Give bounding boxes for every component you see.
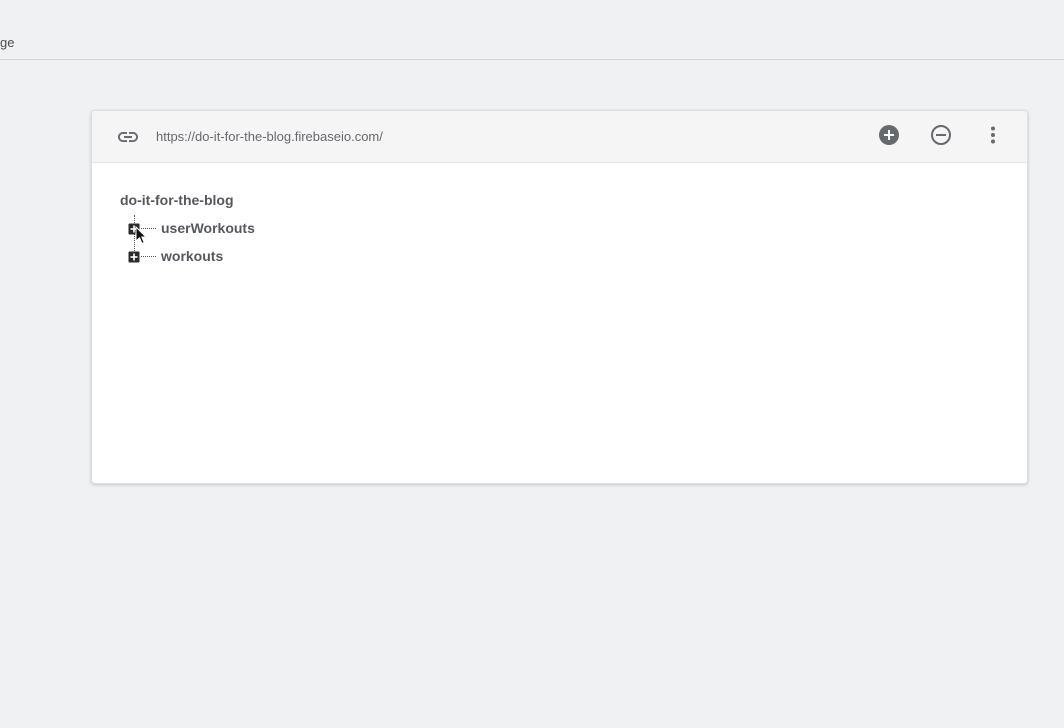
database-url: https://do-it-for-the-blog.firebaseio.co… (156, 129, 383, 144)
expand-icon[interactable] (128, 250, 140, 263)
top-bar-partial-label[interactable]: ge (0, 35, 14, 51)
tree-branch-line (141, 256, 156, 257)
link-icon (116, 125, 140, 149)
top-bar: ge (0, 0, 1064, 60)
tree-node-label[interactable]: userWorkouts (161, 219, 255, 237)
add-circle-icon (877, 123, 901, 152)
tree-node-label[interactable]: workouts (161, 247, 223, 265)
database-header: https://do-it-for-the-blog.firebaseio.co… (92, 111, 1027, 163)
tree-branch-line (141, 228, 156, 229)
more-vert-icon (981, 123, 1005, 152)
database-panel: https://do-it-for-the-blog.firebaseio.co… (91, 110, 1028, 484)
more-options-button[interactable] (979, 123, 1007, 151)
expand-icon[interactable] (128, 222, 140, 235)
add-button[interactable] (875, 123, 903, 151)
remove-button[interactable] (927, 123, 955, 151)
tree-root-label[interactable]: do-it-for-the-blog (120, 191, 234, 209)
remove-circle-icon (929, 123, 953, 152)
